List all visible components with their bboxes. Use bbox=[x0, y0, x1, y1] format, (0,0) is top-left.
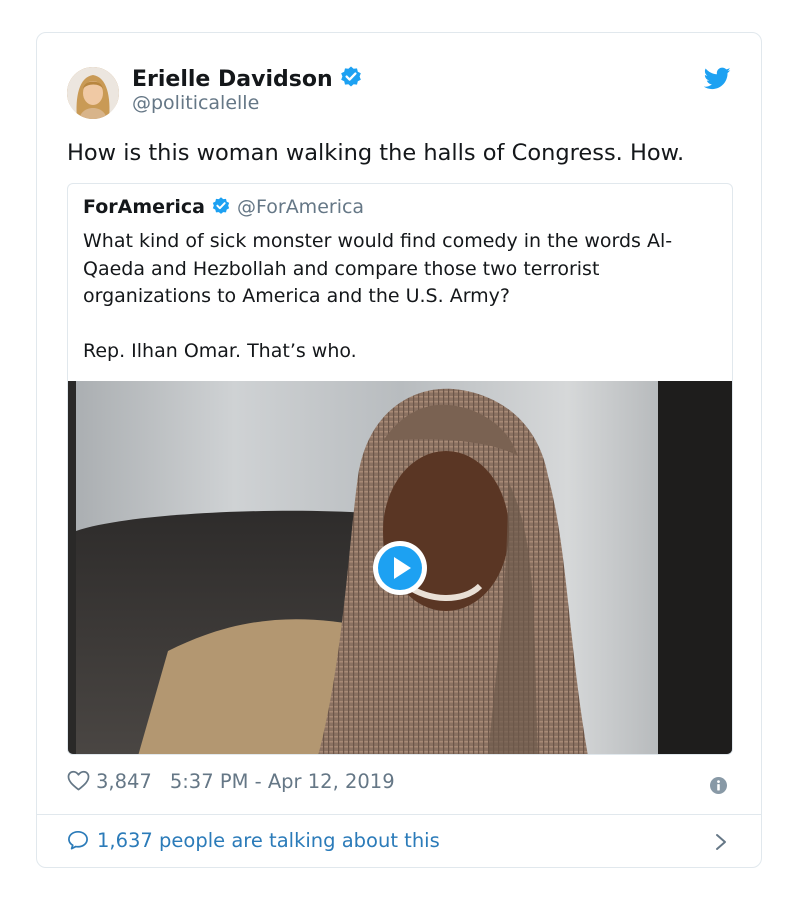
info-icon[interactable] bbox=[710, 777, 727, 794]
quoted-text-paragraph-1: What kind of sick monster would find com… bbox=[83, 230, 673, 307]
quoted-text: What kind of sick monster would find com… bbox=[83, 228, 713, 365]
twitter-bird-icon[interactable] bbox=[704, 65, 731, 92]
tweet-timestamp[interactable]: 5:37 PM - Apr 12, 2019 bbox=[170, 770, 395, 793]
quoted-author-handle[interactable]: @ForAmerica bbox=[237, 196, 364, 218]
quoted-header: ForAmerica @ForAmerica bbox=[83, 196, 364, 218]
chevron-right-icon[interactable] bbox=[715, 833, 727, 851]
tweet-meta: 3,847 5:37 PM - Apr 12, 2019 bbox=[67, 770, 395, 793]
verified-badge-icon bbox=[340, 66, 361, 87]
play-icon[interactable] bbox=[371, 539, 429, 597]
divider bbox=[37, 814, 761, 815]
author-name-text[interactable]: Erielle Davidson bbox=[132, 67, 333, 92]
speech-bubble-icon bbox=[68, 830, 88, 850]
tweet-text: How is this woman walking the halls of C… bbox=[67, 140, 685, 166]
verified-badge-icon bbox=[212, 197, 230, 214]
video-thumbnail[interactable] bbox=[68, 381, 732, 754]
conversation-link[interactable]: 1,637 people are talking about this bbox=[67, 829, 440, 852]
tweet-card: Erielle Davidson @politicalelle How is t… bbox=[36, 32, 762, 868]
heart-icon[interactable] bbox=[67, 770, 90, 791]
author-handle[interactable]: @politicalelle bbox=[132, 92, 259, 114]
quoted-author-name[interactable]: ForAmerica bbox=[83, 196, 205, 218]
conversation-text[interactable]: 1,637 people are talking about this bbox=[97, 829, 440, 852]
quoted-tweet[interactable]: ForAmerica @ForAmerica What kind of sick… bbox=[67, 183, 733, 755]
author-avatar[interactable] bbox=[67, 67, 119, 119]
quoted-text-paragraph-2: Rep. Ilhan Omar. That’s who. bbox=[83, 339, 357, 362]
like-count[interactable]: 3,847 bbox=[96, 770, 152, 793]
avatar-image bbox=[67, 67, 119, 119]
author-name[interactable]: Erielle Davidson bbox=[132, 65, 363, 92]
